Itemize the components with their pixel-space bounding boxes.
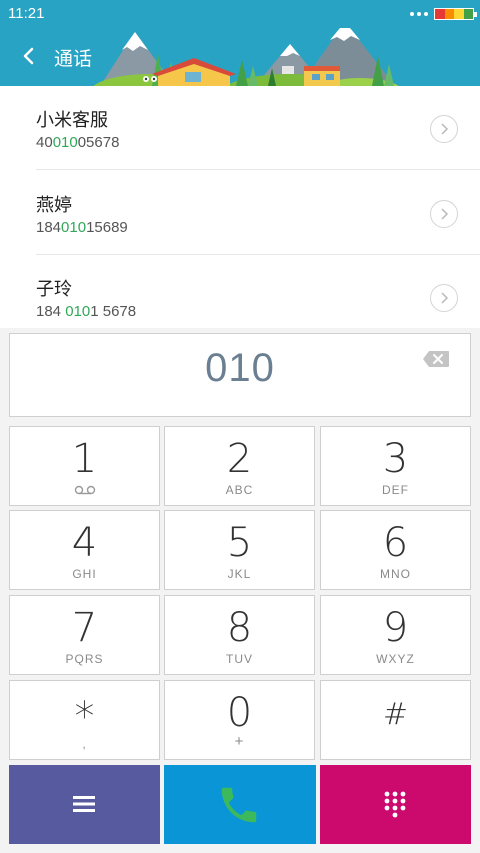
match-highlight: 010 [65, 303, 91, 320]
dialpad-toggle-button[interactable] [320, 765, 471, 844]
dots-icon [410, 12, 428, 16]
status-bar: 11:21 [0, 0, 480, 28]
key-2[interactable]: 2 ABC [164, 426, 315, 506]
contact-number: 4001005678 [36, 134, 120, 151]
match-highlight: 010 [61, 219, 87, 236]
dialed-number: 010 [205, 346, 275, 390]
key-digit: 8 [226, 605, 253, 651]
contact-name: 小米客服 [36, 110, 108, 131]
back-button[interactable] [14, 40, 46, 72]
contact-item[interactable]: 小米客服 4001005678 [0, 86, 480, 170]
app-header: 通话 [0, 28, 480, 86]
contact-number: 184 0101 5678 [36, 303, 137, 320]
contact-number: 18401015689 [36, 219, 128, 236]
key-4[interactable]: 4 GHI [9, 510, 160, 590]
key-digit: 3 [382, 436, 409, 482]
call-button[interactable] [164, 765, 316, 844]
key-letters: MNO [380, 567, 411, 581]
menu-button[interactable] [9, 765, 160, 844]
contact-item[interactable]: 子玲 184 0101 5678 [0, 255, 480, 339]
key-letters: WXYZ [376, 652, 415, 666]
contact-detail-button[interactable] [430, 200, 458, 228]
key-star[interactable]: * , [9, 680, 160, 760]
key-8[interactable]: 8 TUV [164, 595, 315, 675]
key-0[interactable]: 0 + [164, 680, 315, 760]
backspace-button[interactable] [422, 350, 450, 368]
battery-icon [434, 8, 477, 20]
key-letters: PQRS [65, 652, 104, 666]
key-digit: 4 [71, 520, 98, 566]
chevron-right-icon [441, 292, 449, 304]
phone-icon [221, 787, 257, 823]
page-title: 通话 [54, 48, 93, 70]
key-digit: 1 [71, 436, 98, 482]
chevron-right-icon [441, 208, 449, 220]
divider [36, 169, 480, 170]
key-letters: DEF [382, 483, 409, 497]
key-digit: 2 [226, 436, 253, 482]
contact-detail-button[interactable] [430, 284, 458, 312]
menu-icon [73, 796, 95, 812]
dialpad-icon [384, 791, 406, 818]
backspace-icon [423, 351, 449, 367]
contact-name: 子玲 [36, 279, 72, 300]
status-time: 11:21 [8, 5, 45, 22]
key-6[interactable]: 6 MNO [320, 510, 471, 590]
key-digit: 6 [382, 520, 409, 566]
key-digit: 9 [382, 605, 409, 651]
key-digit: * [74, 694, 95, 740]
key-letters: TUV [226, 652, 253, 666]
voicemail-icon [74, 485, 96, 495]
key-digit: # [382, 697, 409, 732]
contact-name: 燕婷 [36, 195, 72, 216]
contact-item[interactable]: 燕婷 18401015689 [0, 171, 480, 255]
key-letters: ABC [225, 483, 254, 497]
key-letters: , [82, 737, 87, 751]
key-digit: 0 [226, 690, 253, 736]
key-letters: + [234, 733, 245, 750]
key-9[interactable]: 9 WXYZ [320, 595, 471, 675]
match-highlight: 010 [52, 134, 78, 151]
key-digit: 5 [226, 520, 253, 566]
key-5[interactable]: 5 JKL [164, 510, 315, 590]
key-3[interactable]: 3 DEF [320, 426, 471, 506]
contact-suggestion-list: 小米客服 4001005678 燕婷 18401015689 子玲 184 01… [0, 86, 480, 328]
contact-detail-button[interactable] [430, 115, 458, 143]
chevron-left-icon [23, 47, 34, 65]
key-hash[interactable]: # [320, 680, 471, 760]
key-letters: GHI [72, 567, 97, 581]
dial-input[interactable]: 010 [9, 333, 471, 417]
key-1[interactable]: 1 [9, 426, 160, 506]
chevron-right-icon [441, 123, 449, 135]
key-7[interactable]: 7 PQRS [9, 595, 160, 675]
key-digit: 7 [71, 605, 98, 651]
key-letters: JKL [227, 567, 252, 581]
